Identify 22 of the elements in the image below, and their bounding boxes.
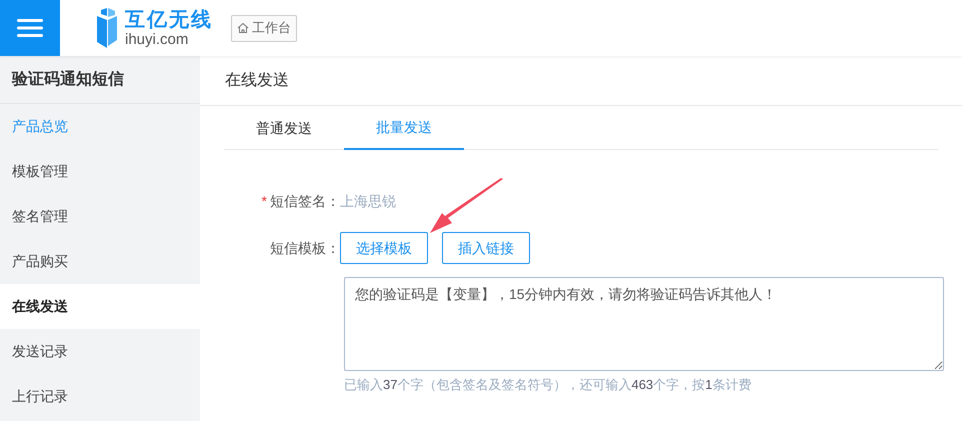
home-icon: [237, 22, 249, 34]
template-label: 短信模板：: [269, 238, 340, 258]
required-mark: *: [262, 192, 267, 210]
workbench-button[interactable]: 工作台: [231, 14, 297, 42]
logo-name: 互亿无线: [125, 10, 213, 30]
sidebar-item[interactable]: 在线发送: [0, 284, 200, 329]
character-count-hint: 已输入37个字（包含签名及签名符号），还可输入463个字，按1条计费: [344, 376, 752, 394]
sidebar-item[interactable]: 发送记录: [0, 329, 200, 374]
signature-label: 短信签名：: [270, 192, 340, 210]
menu-icon: [17, 18, 43, 38]
sidebar-item[interactable]: 产品购买: [0, 239, 200, 284]
sidebar-item[interactable]: 签名管理: [0, 194, 200, 239]
sidebar-item[interactable]: 上行记录: [0, 374, 200, 419]
logo-icon: [95, 8, 119, 48]
sidebar-item[interactable]: 模板管理: [0, 149, 200, 194]
tab[interactable]: 普通发送: [224, 106, 344, 150]
sidebar-title: 验证码通知短信: [0, 56, 200, 104]
message-field[interactable]: 您的验证码是【变量】，15分钟内有效，请勿将验证码告诉其他人！: [344, 277, 944, 371]
page-title: 在线发送: [225, 70, 289, 90]
logo-domain: ihuyi.com: [125, 32, 190, 46]
signature-value: 上海思锐: [340, 192, 396, 210]
menu-button[interactable]: [0, 0, 60, 56]
